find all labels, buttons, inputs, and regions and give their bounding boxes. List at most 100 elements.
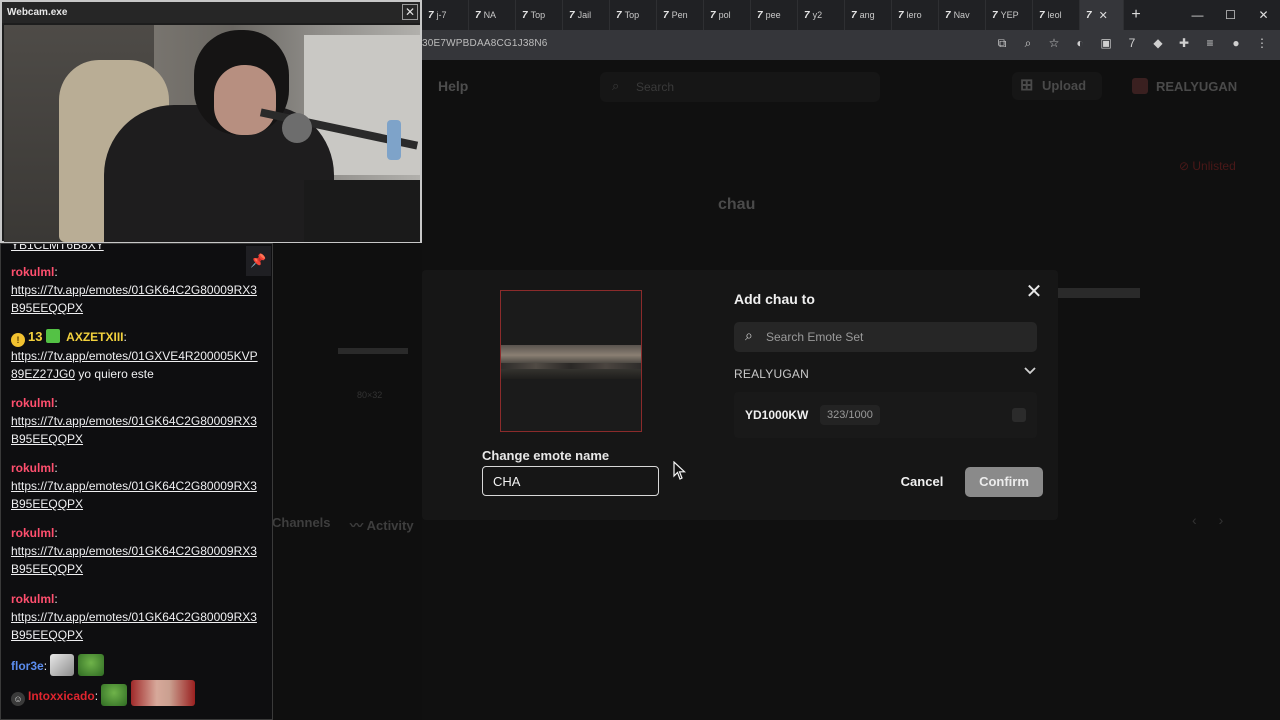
emote-size-preview-large (1058, 288, 1140, 298)
profile-avatar-icon[interactable]: ● (1228, 36, 1244, 51)
pepe-emote-image (101, 684, 128, 706)
chat-message: rokulml: https://7tv.app/emotes/01GK64C2… (11, 461, 257, 511)
chevron-down-icon[interactable] (1024, 364, 1036, 378)
browser-tab[interactable]: 7 lero (892, 0, 939, 30)
emote-name-input[interactable] (482, 466, 659, 496)
upload-label: Upload (1042, 78, 1087, 93)
browser-tab[interactable]: 7 pee (751, 0, 798, 30)
tab-activity[interactable]: 〰 Activity (350, 515, 414, 534)
chat-message: rokulml: https://7tv.app/emotes/01GK64C2… (11, 396, 257, 446)
chat-username: rokulml (11, 526, 55, 540)
user-menu[interactable]: REALYUGAN (1132, 78, 1237, 94)
7tv-icon: 7 (1039, 9, 1045, 21)
gift-badge-icon (45, 329, 60, 343)
minimize-button[interactable]: — (1181, 8, 1214, 22)
emote-set-search[interactable]: ⌕ (734, 322, 1037, 352)
emote-title: chau (718, 196, 756, 213)
extension-icon[interactable]: ▣ (1098, 36, 1114, 51)
chat-username: Intoxxicado (28, 689, 95, 703)
close-window-button[interactable]: ✕ (1247, 8, 1280, 22)
address-bar-text[interactable]: 30E7WPBDAA8CG1J38N6 (422, 38, 548, 49)
emote-size-preview (338, 348, 408, 354)
emote-preview-image (501, 345, 641, 379)
webcam-video-feed (4, 25, 420, 242)
emote-set-name: YD1000KW (745, 408, 809, 422)
browser-tab[interactable]: 7 Pen (657, 0, 704, 30)
7tv-icon: 7 (851, 9, 857, 21)
chat-message: ☺ Intoxxicado: (11, 680, 263, 706)
7tv-icon: 7 (522, 9, 528, 21)
7tv-icon: 7 (428, 9, 434, 21)
chat-message: flor3e: (11, 654, 263, 676)
bookmark-star-icon[interactable]: ☆ (1046, 36, 1062, 51)
7tv-icon: 7 (945, 9, 951, 21)
tab-channels[interactable]: Channels (272, 515, 331, 530)
chat-text: yo quiero este (78, 367, 154, 381)
emote-size-label: 80×32 (357, 390, 383, 400)
chat-link[interactable]: https://7tv.app/emotes/01GK64C2G80009RX3… (11, 544, 257, 576)
browser-tab[interactable]: 7 Top (516, 0, 563, 30)
7tv-icon: 7 (663, 9, 669, 21)
chat-link[interactable]: https://7tv.app/emotes/01GK64C2G80009RX3… (11, 610, 257, 642)
7tv-icon: 7 (992, 9, 998, 21)
chat-message: rokulml: https://7tv.app/emotes/01GK64C2… (11, 526, 257, 576)
browser-toolbar: 30E7WPBDAA8CG1J38N6 ⧉ ⌕ ☆ ◐ ▣ 7 ◆ ✚ ≡ ● … (422, 30, 1280, 60)
extension-icon[interactable]: ◐ (1072, 36, 1088, 51)
confirm-button[interactable]: Confirm (965, 467, 1043, 497)
7tv-icon: 7 (569, 9, 575, 21)
close-tab-icon[interactable]: ✕ (1099, 9, 1108, 22)
cancel-button[interactable]: Cancel (896, 467, 948, 497)
browser-tab[interactable]: 7 YEP (986, 0, 1033, 30)
chat-link[interactable]: https://7tv.app/emotes/01GK64C2G80009RX3… (11, 479, 257, 511)
browser-tab[interactable]: 7 Top (610, 0, 657, 30)
media-controls-icon[interactable]: ≡ (1202, 36, 1218, 51)
upload-button[interactable]: ⊞ Upload (1012, 72, 1102, 100)
chat-message: ! 13 AXZETXIII: https://7tv.app/emotes/01… (11, 329, 258, 381)
browser-tab[interactable]: 7 NA (469, 0, 516, 30)
chat-link[interactable]: https://7tv.app/emotes/01GK64C2G80009RX3… (11, 283, 257, 315)
7tv-extension-icon[interactable]: 7 (1124, 36, 1140, 51)
7tv-icon: 7 (475, 9, 481, 21)
emote-set-search-input[interactable] (766, 322, 1026, 352)
pagination-arrows[interactable]: ‹› (1192, 512, 1245, 528)
pepe-emote-image (77, 654, 104, 676)
chat-link[interactable]: https://7tv.app/emotes/01GK64C2G80009RX3… (11, 414, 257, 446)
close-icon[interactable]: ✕ (402, 4, 418, 20)
browser-tab-active[interactable]: 7 ✕ (1080, 0, 1124, 30)
browser-tab[interactable]: 7 y2 (798, 0, 845, 30)
browser-tab[interactable]: 7 pol (704, 0, 751, 30)
7tv-icon: 7 (804, 9, 810, 21)
browser-tabstrip: 7 j-7 7 NA 7 Top 7 Jail 7 Top 7 Pen 7 pol 7 pee … (422, 0, 1280, 30)
unlisted-badge: ⊘ Unlisted (1179, 159, 1236, 173)
translate-icon[interactable]: ⧉ (994, 36, 1010, 51)
upload-icon: ⊞ (1020, 77, 1034, 94)
avatar (1132, 78, 1148, 94)
browser-menu-icon[interactable]: ⋮ (1254, 36, 1270, 51)
emote-set-checkbox[interactable] (1012, 408, 1026, 422)
webcam-window: Webcam.exe ✕ (0, 0, 422, 243)
browser-tab[interactable]: 7 Nav (939, 0, 986, 30)
browser-tab[interactable]: 7 j-7 (422, 0, 469, 30)
chat-username: rokulml (11, 396, 55, 410)
username: REALYUGAN (1156, 79, 1238, 94)
nav-help-link[interactable]: Help (438, 78, 468, 94)
emote-image (50, 654, 75, 676)
search-icon: ⌕ (612, 78, 620, 93)
maximize-button[interactable]: ☐ (1214, 8, 1247, 22)
site-navbar: Help ⌕ Search ⊞ Upload REALYUGAN (422, 60, 1280, 112)
new-tab-button[interactable]: + (1124, 6, 1148, 24)
close-icon[interactable]: ✕ (1025, 282, 1043, 302)
extension-icon[interactable]: ◆ (1150, 36, 1166, 51)
site-search-box[interactable]: ⌕ Search (600, 72, 880, 102)
zoom-icon[interactable]: ⌕ (1020, 36, 1036, 51)
7tv-icon: 7 (1086, 9, 1092, 21)
extensions-puzzle-icon[interactable]: ✚ (1176, 36, 1192, 51)
emote-image (130, 680, 195, 706)
webcam-window-title: Webcam.exe (2, 2, 420, 23)
badge-count: 13 (28, 329, 43, 344)
browser-tab[interactable]: 7 leol (1033, 0, 1080, 30)
modal-title: Add chau to (734, 291, 815, 307)
browser-tab[interactable]: 7 ang (845, 0, 892, 30)
coin-badge-icon: ! (11, 333, 25, 347)
browser-tab[interactable]: 7 Jail (563, 0, 610, 30)
